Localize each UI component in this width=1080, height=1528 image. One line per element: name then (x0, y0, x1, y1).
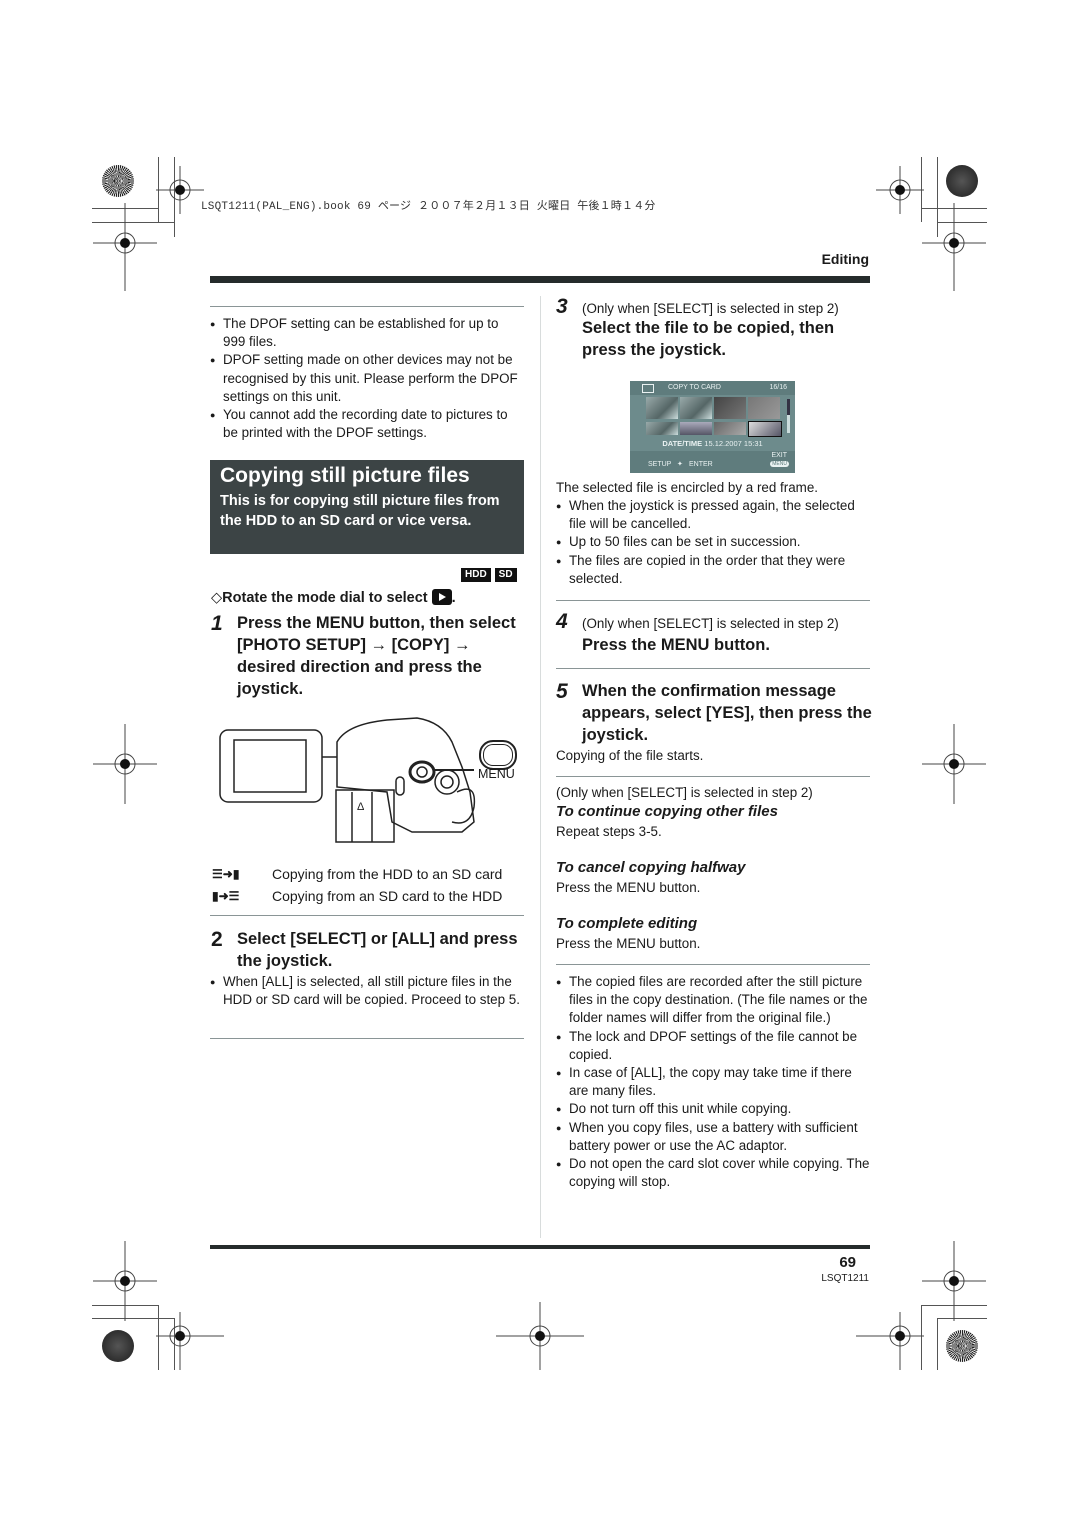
joystick-icon: ✦ (677, 461, 683, 468)
print-header: LSQT1211(PAL_ENG).book 69 ページ ２００７年２月１３日… (201, 201, 656, 213)
step-3-description: The selected file is encircled by a red … (556, 480, 818, 495)
cancel-heading: To cancel copying halfway (556, 859, 746, 876)
page-subtitle: This is for copying still picture files … (220, 493, 500, 529)
continue-heading: To continue copying other files (556, 803, 778, 820)
divider (210, 915, 524, 916)
step-2-notes: When [ALL] is selected, all still pictur… (210, 973, 524, 1009)
continue-text: Repeat steps 3-5. (556, 824, 662, 839)
note-item: In case of [ALL], the copy may take time… (556, 1064, 870, 1100)
direction-row: ☰➜▮ Copying from the HDD to an SD card (212, 865, 503, 882)
hdd-badge: HDD (461, 568, 491, 582)
step-1: 1 Press the MENU button, then select [PH… (211, 612, 516, 698)
lcd-date-value: 15.12.2007 15:31 (704, 439, 763, 448)
scrollbar (787, 399, 790, 433)
note-item: Up to 50 files can be set in succession. (556, 533, 870, 551)
note-item: When [ALL] is selected, all still pictur… (210, 973, 524, 1009)
thumbnail-selected (748, 421, 782, 437)
step-5-description: Copying of the file starts. (556, 748, 704, 763)
svg-text:Δ: Δ (357, 801, 365, 813)
sd-badge: SD (494, 568, 517, 582)
column-divider (540, 296, 541, 1238)
note-item: The lock and DPOF settings of the file c… (556, 1028, 870, 1064)
copy-directions: ☰➜▮ Copying from the HDD to an SD card ▮… (212, 863, 522, 907)
sd-to-hdd-icon: ▮➜☰ (212, 889, 240, 903)
select-only-note: (Only when [SELECT] is selected in step … (556, 785, 813, 800)
note-item: The files are copied in the order that t… (556, 552, 870, 588)
divider (556, 964, 870, 965)
step-2: 2 Select [SELECT] or [ALL] and press the… (211, 928, 518, 970)
complete-text: Press the MENU button. (556, 936, 701, 951)
thumbnail (680, 397, 712, 419)
note-item: When you copy files, use a battery with … (556, 1119, 870, 1155)
menu-button-icon (479, 740, 517, 770)
thumbnail (646, 422, 678, 435)
lcd-menu-icon: MENU (770, 461, 789, 467)
page-number: 69 (839, 1254, 856, 1271)
lcd-setup: SETUP (648, 461, 672, 468)
thumbnail (646, 397, 678, 419)
picture-mode-icon (642, 384, 654, 393)
section-label: Editing (821, 251, 869, 267)
divider (210, 306, 524, 307)
note-item: DPOF setting made on other devices may n… (210, 351, 524, 406)
hdd-to-sd-icon: ☰➜▮ (212, 867, 240, 881)
step-3-notes: When the joystick is pressed again, the … (556, 497, 870, 588)
note-item: Do not turn off this unit while copying. (556, 1100, 870, 1118)
divider (556, 600, 870, 601)
note-item: Do not open the card slot cover while co… (556, 1155, 870, 1191)
thumbnail (748, 397, 780, 419)
step-5: 5 When the confirmation message appears,… (556, 680, 872, 744)
cancel-text: Press the MENU button. (556, 880, 701, 895)
picture-playback-mode-icon (431, 589, 452, 605)
thumbnail (714, 397, 746, 419)
lcd-title: COPY TO CARD (668, 384, 721, 391)
top-rule (210, 276, 870, 283)
lcd-date-label: DATE/TIME (662, 439, 703, 448)
note-item: When the joystick is pressed again, the … (556, 497, 870, 533)
note-item: The DPOF setting can be established for … (210, 315, 524, 351)
lcd-exit: EXIT (771, 452, 787, 459)
direction-row: ▮➜☰ Copying from an SD card to the HDD (212, 887, 503, 904)
section-title-box: Copying still picture files This is for … (210, 460, 524, 554)
page-title: Copying still picture files (220, 464, 470, 487)
lcd-enter: ENTER (689, 461, 713, 468)
lcd-screen-copy-to-card: COPY TO CARD 16/16 DATE/TIME 15.12.2007 … (630, 381, 795, 473)
divider (556, 776, 870, 777)
menu-label: MENU (478, 767, 515, 781)
thumbnail (714, 422, 746, 435)
bottom-rule (210, 1245, 870, 1249)
doc-code: LSQT1211 (821, 1273, 869, 1284)
diamond-icon: ◇ (211, 590, 223, 606)
divider (556, 668, 870, 669)
complete-heading: To complete editing (556, 915, 698, 932)
divider (210, 1038, 524, 1039)
media-badges: HDD SD (461, 568, 517, 582)
step-3: 3 (Only when [SELECT] is selected in ste… (556, 295, 839, 359)
thumbnail (680, 422, 712, 435)
mode-dial-instruction: ◇Rotate the mode dial to select . (211, 589, 456, 606)
dpof-notes: The DPOF setting can be established for … (210, 315, 524, 442)
note-item: You cannot add the recording date to pic… (210, 406, 524, 442)
note-item: The copied files are recorded after the … (556, 973, 870, 1028)
step-4: 4 (Only when [SELECT] is selected in ste… (556, 610, 839, 654)
final-notes: The copied files are recorded after the … (556, 973, 870, 1191)
lcd-counter: 16/16 (769, 384, 787, 391)
